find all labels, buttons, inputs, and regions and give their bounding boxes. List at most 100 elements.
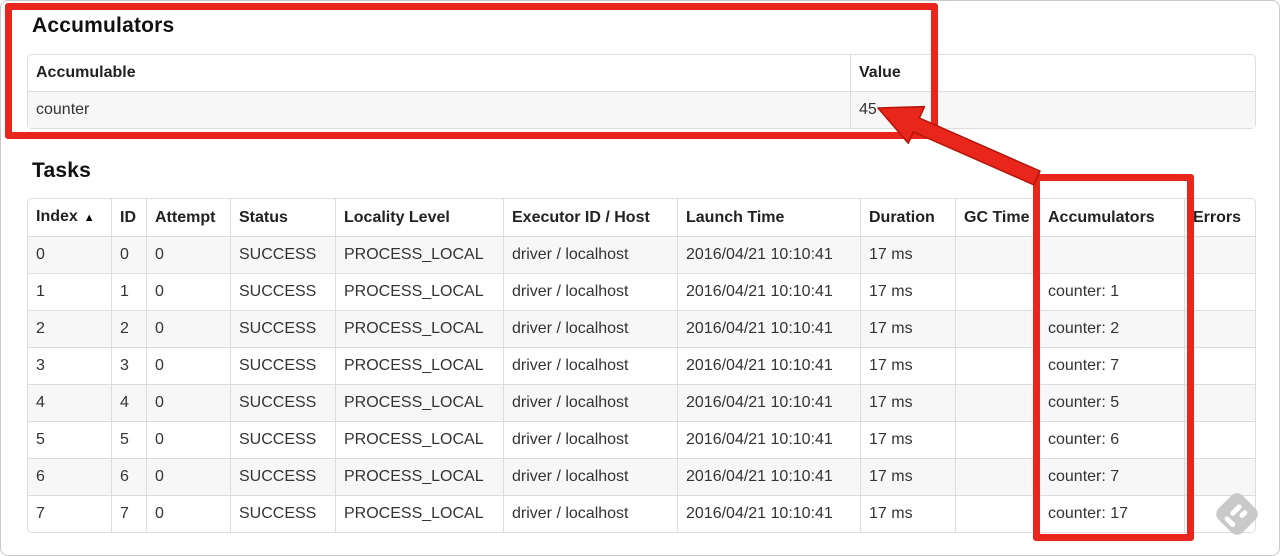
cell-accumulators: counter: 7 — [1039, 458, 1184, 495]
cell-duration: 17 ms — [860, 421, 955, 458]
column-header-index[interactable]: Index ▲ — [28, 199, 111, 237]
spark-ui-stage-page: Accumulators Accumulable Value counter 4… — [0, 0, 1280, 556]
cell-status: SUCCESS — [230, 310, 335, 347]
cell-id: 5 — [111, 421, 146, 458]
cell-index: 6 — [28, 458, 111, 495]
cell-index: 5 — [28, 421, 111, 458]
cell-launch_time: 2016/04/21 10:10:41 — [677, 458, 860, 495]
cell-gc_time — [955, 237, 1039, 273]
tasks-table: Index ▲ ID Attempt Status Locality Level … — [27, 198, 1256, 533]
column-header-launch-time[interactable]: Launch Time — [677, 199, 860, 237]
cell-status: SUCCESS — [230, 384, 335, 421]
cell-index: 4 — [28, 384, 111, 421]
cell-duration: 17 ms — [860, 384, 955, 421]
cell-executor_id_host: driver / localhost — [503, 384, 677, 421]
column-header-id[interactable]: ID — [111, 199, 146, 237]
column-header-executor-id-host[interactable]: Executor ID / Host — [503, 199, 677, 237]
column-header-accumulators[interactable]: Accumulators — [1039, 199, 1184, 237]
cell-executor_id_host: driver / localhost — [503, 421, 677, 458]
table-row: 7 7 0 SUCCESS PROCESS_LOCAL driver / localhos… — [28, 495, 1255, 532]
cell-errors — [1184, 347, 1255, 384]
cell-gc_time — [955, 347, 1039, 384]
cell-gc_time — [955, 310, 1039, 347]
cell-accumulators: counter: 5 — [1039, 384, 1184, 421]
cell-id: 4 — [111, 384, 146, 421]
cell-errors — [1184, 495, 1255, 532]
column-header-attempt[interactable]: Attempt — [146, 199, 230, 237]
cell-id: 3 — [111, 347, 146, 384]
sort-ascending-icon: ▲ — [83, 212, 95, 224]
cell-accumulators: counter: 6 — [1039, 421, 1184, 458]
cell-duration: 17 ms — [860, 458, 955, 495]
cell-errors — [1184, 384, 1255, 421]
cell-status: SUCCESS — [230, 237, 335, 273]
column-header-locality-level[interactable]: Locality Level — [335, 199, 503, 237]
cell-accumulators — [1039, 237, 1184, 273]
column-header-status[interactable]: Status — [230, 199, 335, 237]
cell-status: SUCCESS — [230, 347, 335, 384]
accumulators-section-title: Accumulators — [32, 14, 175, 37]
cell-duration: 17 ms — [860, 237, 955, 273]
cell-gc_time — [955, 495, 1039, 532]
cell-index: 1 — [28, 273, 111, 310]
cell-accumulators: counter: 17 — [1039, 495, 1184, 532]
cell-locality_level: PROCESS_LOCAL — [335, 347, 503, 384]
cell-gc_time — [955, 273, 1039, 310]
cell-id: 6 — [111, 458, 146, 495]
cell-status: SUCCESS — [230, 458, 335, 495]
table-row: 0 0 0 SUCCESS PROCESS_LOCAL driver / localhos… — [28, 237, 1255, 273]
cell-locality_level: PROCESS_LOCAL — [335, 237, 503, 273]
cell-executor_id_host: driver / localhost — [503, 273, 677, 310]
cell-launch_time: 2016/04/21 10:10:41 — [677, 495, 860, 532]
cell-id: 1 — [111, 273, 146, 310]
column-header-duration[interactable]: Duration — [860, 199, 955, 237]
cell-executor_id_host: driver / localhost — [503, 347, 677, 384]
table-row: 1 1 0 SUCCESS PROCESS_LOCAL driver / localhos… — [28, 273, 1255, 310]
cell-index: 3 — [28, 347, 111, 384]
column-header-value[interactable]: Value — [850, 55, 1255, 92]
cell-gc_time — [955, 458, 1039, 495]
cell-accumulators: counter: 1 — [1039, 273, 1184, 310]
cell-launch_time: 2016/04/21 10:10:41 — [677, 421, 860, 458]
cell-value: 45 — [850, 92, 1255, 128]
cell-attempt: 0 — [146, 384, 230, 421]
cell-attempt: 0 — [146, 273, 230, 310]
cell-attempt: 0 — [146, 495, 230, 532]
cell-launch_time: 2016/04/21 10:10:41 — [677, 310, 860, 347]
cell-duration: 17 ms — [860, 347, 955, 384]
cell-locality_level: PROCESS_LOCAL — [335, 310, 503, 347]
cell-status: SUCCESS — [230, 421, 335, 458]
accumulators-table: Accumulable Value counter 45 — [27, 54, 1256, 129]
cell-locality_level: PROCESS_LOCAL — [335, 458, 503, 495]
cell-errors — [1184, 421, 1255, 458]
cell-executor_id_host: driver / localhost — [503, 310, 677, 347]
cell-locality_level: PROCESS_LOCAL — [335, 273, 503, 310]
cell-attempt: 0 — [146, 310, 230, 347]
cell-index: 7 — [28, 495, 111, 532]
cell-locality_level: PROCESS_LOCAL — [335, 421, 503, 458]
cell-attempt: 0 — [146, 347, 230, 384]
tasks-header-row: Index ▲ ID Attempt Status Locality Level … — [28, 199, 1255, 237]
column-header-accumulable[interactable]: Accumulable — [28, 55, 850, 92]
cell-index: 0 — [36, 246, 45, 263]
cell-index: 2 — [28, 310, 111, 347]
column-header-errors[interactable]: Errors — [1184, 199, 1255, 237]
cell-attempt: 0 — [146, 237, 230, 273]
table-row: 4 4 0 SUCCESS PROCESS_LOCAL driver / localhos… — [28, 384, 1255, 421]
column-header-gc-time[interactable]: GC Time — [955, 199, 1039, 237]
cell-errors — [1184, 458, 1255, 495]
cell-launch_time: 2016/04/21 10:10:41 — [677, 347, 860, 384]
cell-duration: 17 ms — [860, 495, 955, 532]
cell-duration: 17 ms — [860, 273, 955, 310]
cell-launch_time: 2016/04/21 10:10:41 — [677, 384, 860, 421]
cell-id: 2 — [111, 310, 146, 347]
cell-locality_level: PROCESS_LOCAL — [335, 495, 503, 532]
table-row: 6 6 0 SUCCESS PROCESS_LOCAL driver / localhos… — [28, 458, 1255, 495]
column-header-index-label: Index — [36, 208, 78, 225]
cell-executor_id_host: driver / localhost — [503, 495, 677, 532]
table-row: 3 3 0 SUCCESS PROCESS_LOCAL driver / localhos… — [28, 347, 1255, 384]
cell-locality_level: PROCESS_LOCAL — [335, 384, 503, 421]
cell-accumulators: counter: 7 — [1039, 347, 1184, 384]
page-content: Accumulators Accumulable Value counter 4… — [1, 1, 1279, 533]
cell-executor_id_host: driver / localhost — [503, 458, 677, 495]
